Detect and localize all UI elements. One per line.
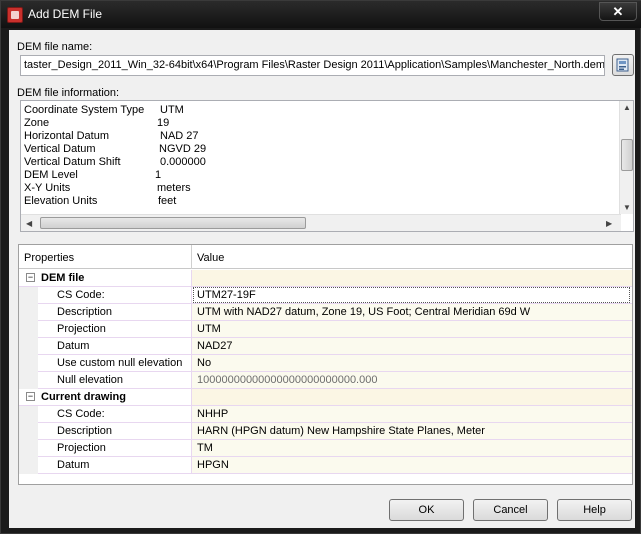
app-icon xyxy=(7,7,23,23)
vertical-scroll-thumb[interactable] xyxy=(621,139,633,171)
property-value: 10000000000000000000000000.000 xyxy=(197,374,378,386)
title-bar: Add DEM File ✕ xyxy=(1,1,641,28)
property-name: CS Code: xyxy=(57,289,105,301)
property-value: No xyxy=(197,357,212,369)
help-button[interactable]: Help xyxy=(557,499,632,521)
info-value: NGVD 29 xyxy=(159,143,207,155)
scroll-left-icon[interactable]: ◀ xyxy=(26,219,32,228)
info-key: Zone xyxy=(24,117,50,129)
info-value: feet xyxy=(158,195,177,207)
collapse-icon[interactable]: − xyxy=(26,392,35,401)
info-key: Coordinate System Type xyxy=(24,104,145,116)
scroll-right-icon[interactable]: ▶ xyxy=(606,219,612,228)
info-value: meters xyxy=(157,182,191,194)
property-name: Datum xyxy=(57,340,90,352)
browse-icon xyxy=(616,58,629,72)
cs-code-field[interactable] xyxy=(193,287,630,303)
property-value: UTM xyxy=(197,323,221,335)
vertical-scrollbar[interactable]: ▲ ▼ xyxy=(619,101,633,214)
dem-file-info-box[interactable]: Coordinate System Type UTM Zone 19 Horizon… xyxy=(20,100,634,232)
browse-button[interactable] xyxy=(612,54,634,76)
property-name: Projection xyxy=(57,323,106,335)
horizontal-scrollbar[interactable]: ◀ ▶ xyxy=(21,214,621,231)
property-row[interactable]: Datum HPGN xyxy=(19,457,632,474)
info-key: Elevation Units xyxy=(24,195,98,207)
info-key: Vertical Datum xyxy=(24,143,96,155)
add-dem-file-dialog: Add DEM File ✕ DEM file name: taster_Des… xyxy=(0,0,641,534)
property-row[interactable]: Description UTM with NAD27 datum, Zone 1… xyxy=(19,304,632,321)
property-name: Use custom null elevation xyxy=(57,357,183,369)
property-value: TM xyxy=(197,442,213,454)
scroll-down-icon[interactable]: ▼ xyxy=(623,203,631,212)
properties-grid: Properties Value − DEM file CS Code: UTM… xyxy=(18,244,633,485)
property-value: HARN (HPGN datum) New Hampshire State Pl… xyxy=(197,425,485,437)
dem-file-name-label: DEM file name: xyxy=(17,41,93,53)
property-value: NAD27 xyxy=(197,340,233,352)
info-value: UTM xyxy=(160,104,184,116)
scroll-up-icon[interactable]: ▲ xyxy=(623,103,631,112)
property-row[interactable]: Projection TM xyxy=(19,440,632,457)
property-row[interactable]: Projection UTM xyxy=(19,321,632,338)
property-name: Null elevation xyxy=(57,374,124,386)
cancel-button[interactable]: Cancel xyxy=(473,499,548,521)
grid-header: Properties Value xyxy=(19,245,632,269)
collapse-icon[interactable]: − xyxy=(26,273,35,282)
property-row[interactable]: Null elevation 1000000000000000000000000… xyxy=(19,372,632,389)
close-button[interactable]: ✕ xyxy=(599,2,637,21)
value-column-header[interactable]: Value xyxy=(197,252,224,264)
property-row[interactable]: Datum NAD27 xyxy=(19,338,632,355)
info-value: 19 xyxy=(157,117,170,129)
property-name: Datum xyxy=(57,459,90,471)
property-name: Description xyxy=(57,306,113,318)
property-row[interactable]: CS Code: NHHP xyxy=(19,406,632,423)
properties-column-header[interactable]: Properties xyxy=(24,252,74,264)
property-row[interactable]: CS Code: UTM27-19F xyxy=(19,287,632,304)
category-label: DEM file xyxy=(41,272,85,284)
property-value: UTM with NAD27 datum, Zone 19, US Foot; … xyxy=(197,306,531,318)
info-value: 1 xyxy=(155,169,162,181)
window-title: Add DEM File xyxy=(28,7,103,21)
info-key: Horizontal Datum xyxy=(24,130,109,142)
horizontal-scroll-thumb[interactable] xyxy=(40,217,306,229)
property-value: HPGN xyxy=(197,459,229,471)
category-label: Current drawing xyxy=(41,391,126,403)
category-dem-file[interactable]: − DEM file xyxy=(19,270,632,287)
category-current-drawing[interactable]: − Current drawing xyxy=(19,389,632,406)
info-key: DEM Level xyxy=(24,169,78,181)
ok-button[interactable]: OK xyxy=(389,499,464,521)
property-row[interactable]: Description HARN (HPGN datum) New Hampsh… xyxy=(19,423,632,440)
property-row[interactable]: Use custom null elevation No xyxy=(19,355,632,372)
info-value: NAD 27 xyxy=(160,130,199,142)
dialog-body: DEM file name: taster_Design_2011_Win_32… xyxy=(9,30,635,528)
dem-file-info-label: DEM file information: xyxy=(17,87,120,99)
property-value: NHHP xyxy=(197,408,229,420)
property-name: Projection xyxy=(57,442,106,454)
info-key: X-Y Units xyxy=(24,182,71,194)
property-name: Description xyxy=(57,425,113,437)
property-name: CS Code: xyxy=(57,408,105,420)
dem-file-path-field[interactable]: taster_Design_2011_Win_32-64bit\x64\Prog… xyxy=(20,55,605,76)
property-value: UTM27-19F xyxy=(197,289,256,301)
info-value: 0.000000 xyxy=(160,156,206,168)
info-key: Vertical Datum Shift xyxy=(24,156,121,168)
